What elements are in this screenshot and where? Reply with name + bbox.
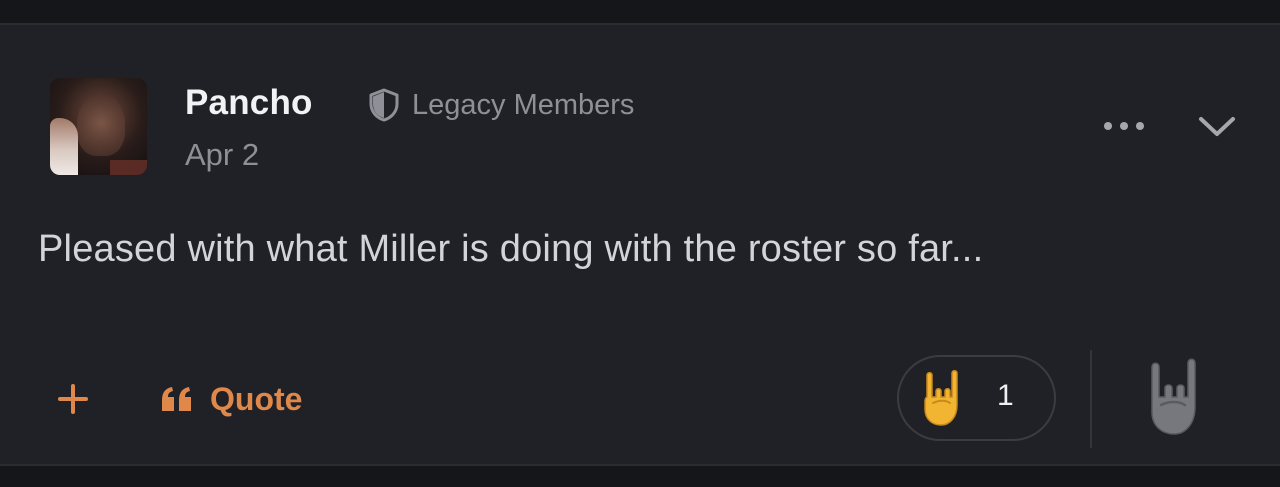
bottom-separator — [0, 466, 1280, 487]
reaction-button[interactable]: 1 — [897, 355, 1056, 441]
more-icon[interactable] — [1104, 111, 1144, 141]
divider — [1090, 350, 1092, 448]
post-content: Pleased with what Miller is doing with t… — [38, 228, 984, 270]
top-separator — [0, 0, 1280, 22]
sign-of-the-horns-icon[interactable] — [1146, 357, 1206, 437]
forum-post: Pancho Apr 2 Legacy Members Pleased with… — [0, 23, 1280, 466]
quote-button[interactable]: Quote — [160, 379, 302, 419]
quote-label: Quote — [210, 380, 303, 417]
author-name[interactable]: Pancho — [185, 83, 313, 123]
reaction-count: 1 — [997, 379, 1014, 412]
member-group-badge: Legacy Members — [368, 87, 634, 123]
quote-icon — [162, 387, 191, 411]
avatar-hand — [50, 118, 78, 175]
avatar-shirt — [110, 160, 147, 175]
sign-of-the-horns-emoji-icon — [924, 370, 958, 426]
badge-label: Legacy Members — [412, 88, 635, 121]
shield-icon — [369, 88, 399, 122]
plus-icon[interactable] — [57, 383, 89, 415]
chevron-down-icon[interactable] — [1198, 115, 1236, 139]
avatar[interactable] — [50, 78, 147, 175]
post-date[interactable]: Apr 2 — [185, 137, 259, 173]
avatar-face — [77, 96, 125, 156]
